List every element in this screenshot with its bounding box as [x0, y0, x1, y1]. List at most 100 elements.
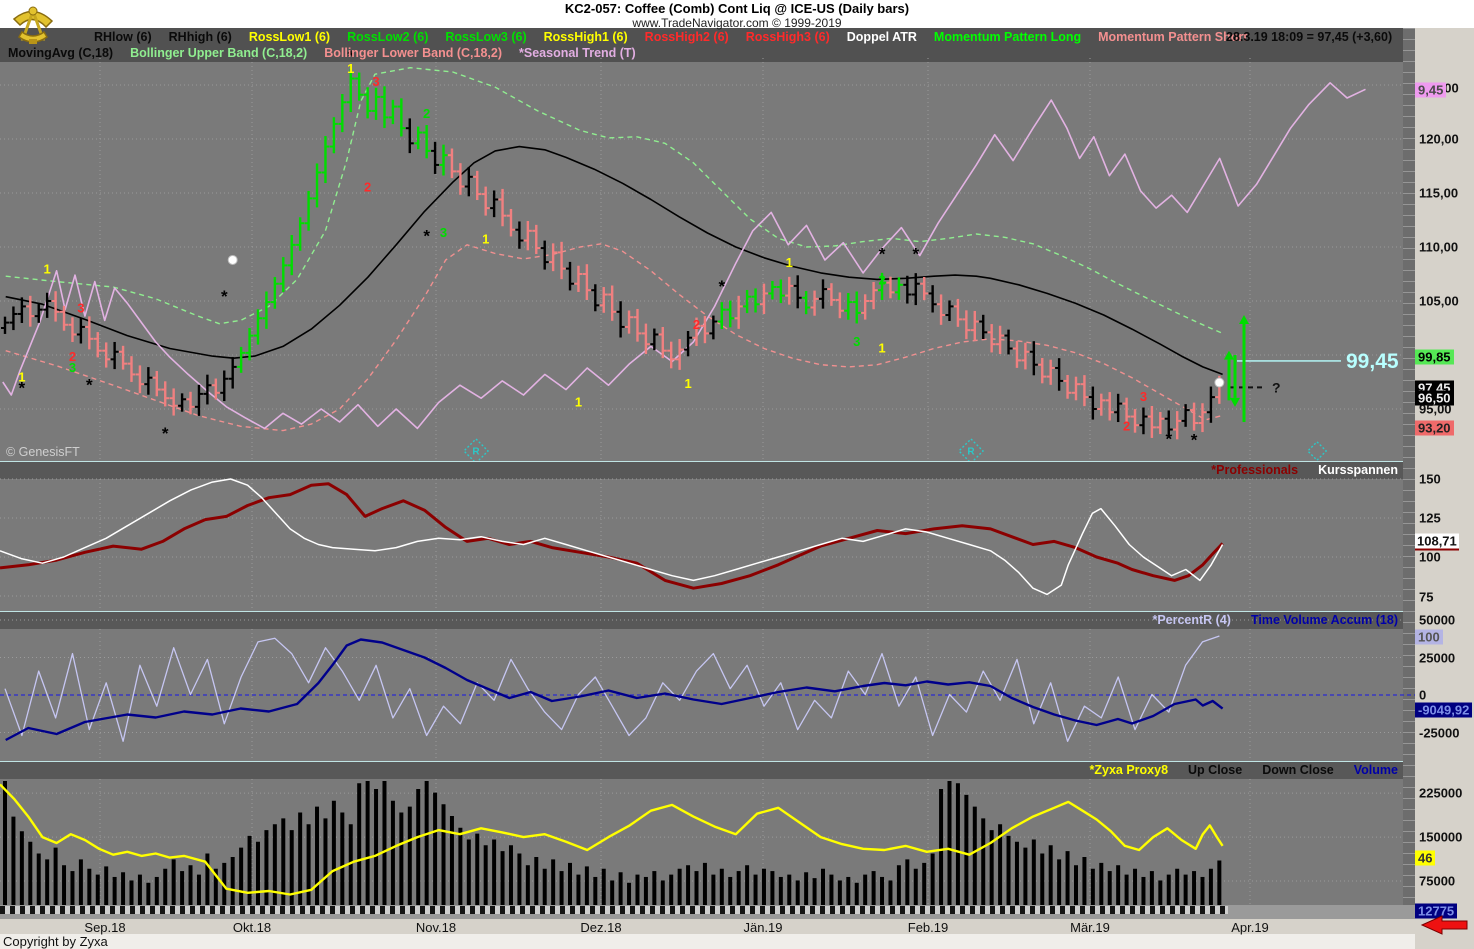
svg-text:3: 3: [1140, 389, 1147, 404]
main-price-chart[interactable]: *11*233**1*232* 3 1112*1321* *23* *R R99,45?: [0, 28, 1403, 461]
legend-item: RossHigh1 (6): [543, 30, 628, 44]
axis-value-label: 150000: [1419, 829, 1463, 845]
volume-panel-title: *Zyxa Proxy8 Up Close Down Close Volume: [1090, 763, 1399, 777]
svg-text:1: 1: [18, 370, 25, 385]
axis-value-label: 150: [1419, 471, 1441, 487]
month-tick-label: Apr.19: [1231, 920, 1269, 935]
axis-value-label: 115,00: [1419, 185, 1459, 201]
svg-text:2: 2: [693, 317, 700, 332]
axis-value-label: 100: [1419, 549, 1441, 565]
month-tick-label: Sep.18: [84, 920, 126, 935]
svg-text:?: ?: [1272, 379, 1281, 395]
month-tick-label: Jän.19: [743, 920, 783, 935]
svg-text:1: 1: [684, 376, 691, 391]
genesisft-credit-label: © GenesisFT: [6, 445, 80, 459]
svg-text:3: 3: [440, 225, 447, 240]
axis-value-label: 125: [1419, 510, 1441, 526]
chart-subtitle: www.TradeNavigator.com © 1999-2019: [632, 16, 842, 30]
legend-item: Time Volume Accum (18): [1250, 613, 1398, 627]
axis-value-label: 99,85: [1415, 349, 1454, 365]
svg-text:3: 3: [77, 301, 84, 316]
legend-item: *Professionals: [1211, 463, 1299, 477]
legend-item: Bollinger Upper Band (C,18,2): [130, 46, 308, 60]
copyright-band: [0, 934, 1474, 949]
axis-value-label: 0: [1419, 687, 1427, 703]
month-tick-label: Dez.18: [580, 920, 622, 935]
svg-text:*: *: [221, 287, 228, 306]
svg-text:2: 2: [423, 106, 430, 121]
legend-item: *Zyxa Proxy8: [1089, 763, 1169, 777]
legend-row-indicators: RHlow (6) RHhigh (6) RossLow1 (6) RossLow2 …: [94, 30, 1247, 44]
svg-text:99,45: 99,45: [1346, 350, 1399, 373]
axis-value-label: 110,00: [1419, 239, 1459, 255]
legend-item: Momentum Pattern Long: [933, 30, 1082, 44]
legend-item: Bollinger Lower Band (C,18,2): [324, 46, 503, 60]
legend-item: Down Close: [1262, 763, 1334, 777]
legend-item: RossLow3 (6): [445, 30, 527, 44]
axis-value-label: 108,71: [1415, 533, 1459, 551]
legend-item: RHlow (6): [94, 30, 152, 44]
axis-value-label: 93,20: [1415, 420, 1454, 436]
legend-item: *Seasonal Trend (T): [519, 46, 636, 60]
legend-item: Kursspannen: [1318, 463, 1398, 477]
svg-text:*: *: [879, 245, 886, 264]
axis-value-label: 25000: [1419, 650, 1456, 666]
axis-value-label: -25000: [1419, 725, 1460, 741]
legend-item: RossHigh2 (6): [644, 30, 729, 44]
month-tick-label: Nov.18: [415, 920, 457, 935]
svg-text:*: *: [86, 375, 93, 394]
percentr-chart[interactable]: [0, 611, 1415, 761]
legend-item: RHhigh (6): [168, 30, 232, 44]
professionals-chart[interactable]: [0, 461, 1403, 611]
legend-row-overlays: MovingAvg (C,18) Bollinger Upper Band (C,…: [8, 46, 636, 60]
svg-text:R: R: [967, 447, 975, 458]
legend-item: RossLow1 (6): [248, 30, 331, 44]
svg-text:*: *: [1165, 429, 1172, 448]
genesis-sextant-logo-icon: [12, 6, 54, 44]
month-tick-label: Feb.19: [907, 920, 949, 935]
price-axis-ticks[interactable]: [1403, 28, 1415, 905]
professionals-panel-title: *Professionals Kursspannen: [1211, 463, 1398, 477]
svg-text:2: 2: [364, 180, 371, 195]
svg-text:1: 1: [786, 255, 793, 270]
legend-item: *PercentR (4): [1152, 613, 1231, 627]
svg-text:R: R: [472, 447, 480, 458]
chart-titlebar: KC2-057: Coffee (Comb) Cont Liq @ ICE-US…: [0, 0, 1474, 30]
axis-value-label: 75000: [1419, 873, 1456, 889]
svg-text:*: *: [1191, 430, 1198, 449]
legend-item: RossLow2 (6): [347, 30, 429, 44]
svg-text:3: 3: [853, 334, 860, 349]
axis-value-label: 95,00: [1419, 401, 1452, 417]
svg-text:2: 2: [878, 272, 885, 287]
legend-item: Volume: [1353, 763, 1398, 777]
latest-bar-arrow-icon: [1420, 915, 1468, 935]
volume-chart[interactable]: [0, 761, 1403, 905]
percentr-panel-title: *PercentR (4) Time Volume Accum (18): [1152, 613, 1398, 627]
month-tick-label: Okt.18: [232, 920, 272, 935]
axis-value-label: 225000: [1419, 785, 1463, 801]
svg-text:3: 3: [69, 360, 76, 375]
legend-item: Doppel ATR: [846, 30, 917, 44]
axis-value-label: 50000: [1419, 612, 1456, 628]
axis-value-label: 120,00: [1419, 131, 1459, 147]
svg-text:*: *: [912, 245, 919, 264]
svg-text:1: 1: [482, 231, 489, 246]
axis-value-label: 9,45: [1415, 82, 1447, 98]
axis-value-label: 46: [1415, 850, 1436, 866]
price-axis-labels[interactable]: [1415, 28, 1474, 949]
axis-value-label: 100: [1415, 629, 1443, 645]
quote-datetime-label: 28.3.19 18:09 = 97,45 (+3,60): [1226, 30, 1393, 44]
axis-value-label: 75: [1419, 589, 1434, 605]
legend-item: RossHigh3 (6): [745, 30, 830, 44]
svg-text:3: 3: [372, 74, 379, 89]
svg-text:2: 2: [1123, 418, 1130, 433]
trade-navigator-window: KC2-057: Coffee (Comb) Cont Liq @ ICE-US…: [0, 0, 1474, 949]
svg-text:1: 1: [575, 395, 582, 410]
month-tick-label: Mär.19: [1070, 920, 1110, 935]
svg-text:*: *: [423, 226, 430, 245]
chart-title: KC2-057: Coffee (Comb) Cont Liq @ ICE-US…: [564, 1, 910, 16]
svg-text:*: *: [162, 424, 169, 443]
svg-text:1: 1: [44, 262, 51, 277]
legend-item: Up Close: [1188, 763, 1243, 777]
axis-value-label: 105,00: [1419, 293, 1459, 309]
